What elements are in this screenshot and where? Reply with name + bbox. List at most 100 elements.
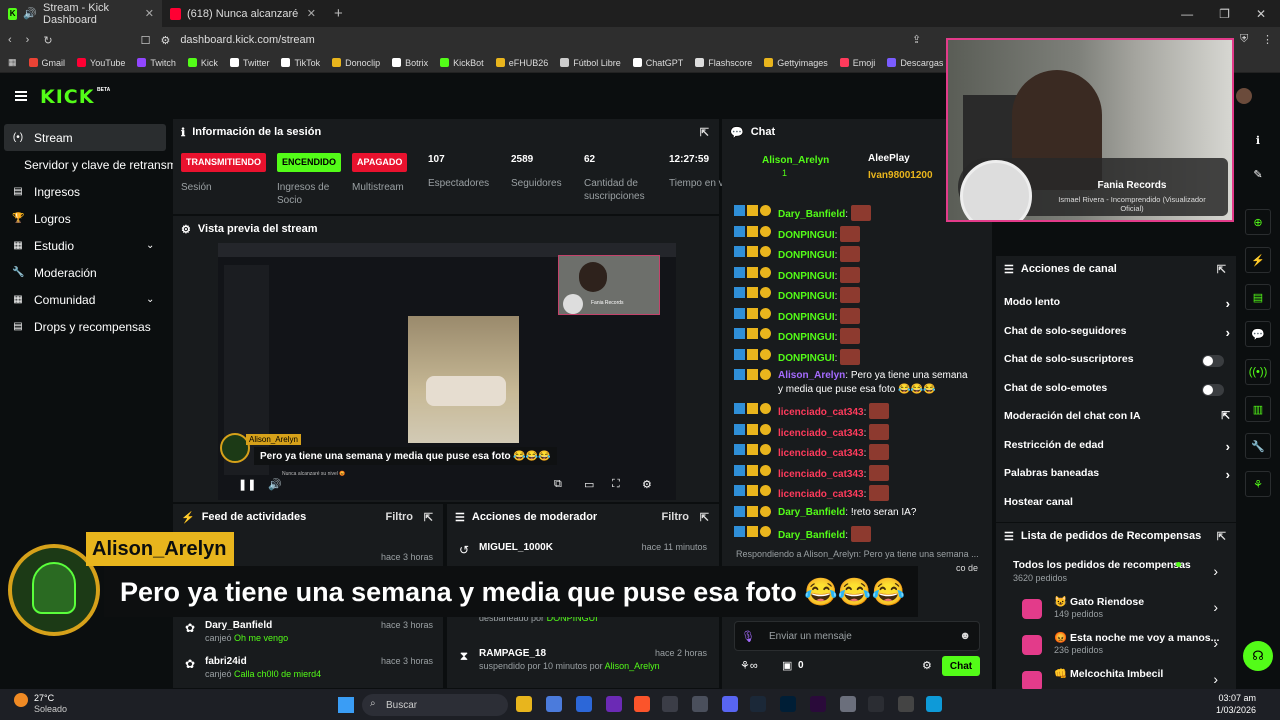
feed-row[interactable]: ✿ Dary_Banfield hace 3 horas canjeó Oh me v… xyxy=(173,618,443,652)
popout-icon[interactable]: ⇱ xyxy=(424,511,433,524)
windows-start-icon[interactable] xyxy=(338,697,354,713)
chat-username[interactable]: Dary_Banfield xyxy=(778,209,845,220)
tab-kick-dashboard[interactable]: K 🔊 Stream - Kick Dashboard ✕ xyxy=(0,0,162,27)
mic-icon[interactable]: 🎙 xyxy=(741,630,755,643)
bookmark-item[interactable]: Twitter xyxy=(229,58,269,68)
user-avatar[interactable] xyxy=(1236,88,1252,104)
popout-icon[interactable]: ⇱ xyxy=(700,126,709,139)
chat-username[interactable]: DONPINGUI xyxy=(778,291,835,302)
toggle-switch[interactable] xyxy=(1202,355,1224,367)
chat-message[interactable]: DONPINGUI: xyxy=(734,328,974,345)
explorer-icon[interactable] xyxy=(516,696,532,712)
premiere-icon[interactable] xyxy=(810,696,826,712)
app-icon[interactable] xyxy=(868,696,884,712)
chat-message[interactable]: licenciado_cat343: xyxy=(734,464,974,482)
hamburger-menu-icon[interactable] xyxy=(15,91,27,101)
bookmark-item[interactable]: Twitch xyxy=(137,58,176,68)
chat-message[interactable]: DONPINGUI: xyxy=(734,225,974,243)
app-icon[interactable] xyxy=(546,696,562,712)
channel-action-row[interactable]: Moderación del chat con IA ⇱ xyxy=(1004,410,1230,430)
obs-icon[interactable] xyxy=(662,696,678,712)
channel-action-row[interactable]: Hostear canal xyxy=(1004,496,1230,516)
stream-preview-video[interactable]: Fania Records Alison_Arelyn Pero ya tien… xyxy=(218,243,676,500)
feed-row[interactable]: ✿ fabri24id hace 3 horas canjeó Calla ch0l0… xyxy=(173,654,443,688)
shield-icon[interactable]: ⛨ xyxy=(1240,33,1248,46)
volume-icon[interactable]: 🔊 xyxy=(268,478,282,491)
pause-icon[interactable]: ❚❚ xyxy=(238,478,256,491)
url-field[interactable]: ☐ ⚙ dashboard.kick.com/stream xyxy=(141,34,315,47)
document-icon[interactable]: ▤ xyxy=(1245,284,1271,310)
channel-action-row[interactable]: Chat de solo-suscriptores xyxy=(1004,353,1230,373)
fullscreen-icon[interactable]: ⛶ xyxy=(612,478,620,491)
bookmark-item[interactable]: Donoclip xyxy=(332,58,380,68)
bookmark-item[interactable]: eFHUB26 xyxy=(495,58,548,68)
popout-icon[interactable]: ⇱ xyxy=(1217,530,1226,543)
reward-row[interactable]: Todos los pedidos de recompensas 3620 ped… xyxy=(996,557,1236,591)
chat-bubble-icon[interactable]: 💬 xyxy=(1245,321,1271,347)
pip-icon[interactable]: ⧉ xyxy=(554,478,562,491)
sidebar-item-1[interactable]: Servidor y clave de retransmisión xyxy=(0,151,201,178)
settings-icon[interactable] xyxy=(840,696,856,712)
chat-username[interactable]: DONPINGUI xyxy=(778,353,835,364)
channel-action-row[interactable]: Chat de solo-emotes xyxy=(1004,382,1230,402)
menu-icon[interactable]: ⋮ xyxy=(1262,33,1273,46)
infinity-icon[interactable]: ⚘∞ xyxy=(740,659,758,672)
chat-username[interactable]: DONPINGUI xyxy=(778,312,835,323)
chat-username[interactable]: Dary_Banfield xyxy=(778,530,845,541)
activity-filter-button[interactable]: Filtro xyxy=(386,511,414,523)
maximize-icon[interactable]: ❐ xyxy=(1219,7,1230,21)
chat-username[interactable]: DONPINGUI xyxy=(778,332,835,343)
bookmark-item[interactable]: Emoji xyxy=(839,58,875,68)
bookmark-item[interactable]: Kick xyxy=(187,58,218,68)
bookmark-item[interactable]: Fútbol Libre xyxy=(560,58,621,68)
bookmark-item[interactable]: KickBot xyxy=(440,58,484,68)
chat-username[interactable]: DONPINGUI xyxy=(778,250,835,261)
mod-target-user[interactable]: MIGUEL_1000K xyxy=(479,542,553,553)
broadcast-icon[interactable]: ((•)) xyxy=(1245,359,1271,385)
theater-icon[interactable]: ▭ xyxy=(584,478,594,491)
channel-action-row[interactable]: Chat de solo-seguidores › xyxy=(1004,325,1230,345)
close-window-icon[interactable]: ✕ xyxy=(1256,7,1266,21)
close-tab-icon[interactable]: ✕ xyxy=(145,7,154,20)
forward-icon[interactable]: › xyxy=(26,34,30,46)
sidebar-item-4[interactable]: ▦ Estudio ⌄ xyxy=(0,232,170,259)
taskbar-search[interactable]: ⌕ Buscar xyxy=(362,694,508,716)
chat-username[interactable]: DONPINGUI xyxy=(778,271,835,282)
chat-message[interactable]: DONPINGUI: xyxy=(734,307,974,325)
target-icon[interactable]: ⊕ xyxy=(1245,209,1271,235)
chat-message[interactable]: DONPINGUI: xyxy=(734,246,974,263)
reward-row[interactable]: 😡 Esta noche me voy a manos... 236 pedido… xyxy=(996,629,1236,663)
brave-icon[interactable] xyxy=(634,696,650,712)
weather-icon[interactable] xyxy=(14,693,28,707)
support-icon[interactable]: ☊ xyxy=(1243,641,1273,671)
close-tab-icon[interactable]: ✕ xyxy=(307,7,316,20)
chat-username[interactable]: Alison_Arelyn xyxy=(778,370,845,381)
chat-message[interactable]: Dary_Banfield: !reto seran IA? xyxy=(734,505,974,520)
bookmark-item[interactable]: Gettyimages xyxy=(764,58,828,68)
mod-action-row[interactable]: ⧗ RAMPAGE_18 hace 2 horas suspendido por 10… xyxy=(447,646,717,680)
sidebar-item-6[interactable]: ▦ Comunidad ⌄ xyxy=(0,286,170,313)
chat-message[interactable]: DONPINGUI: xyxy=(734,266,974,284)
site-info-icon[interactable]: ⚙ xyxy=(160,34,170,47)
chat-message[interactable]: licenciado_cat343: xyxy=(734,403,974,420)
chat-message[interactable]: DONPINGUI: xyxy=(734,348,974,366)
chat-username[interactable]: licenciado_cat343 xyxy=(778,448,864,459)
sidebar-item-3[interactable]: 🏆 Logros xyxy=(0,205,170,232)
chat-username[interactable]: licenciado_cat343 xyxy=(778,407,864,418)
chat-message[interactable]: DONPINGUI: xyxy=(734,287,974,304)
reward-row[interactable]: 😺 Gato Riendose 149 pedidos › xyxy=(996,593,1236,627)
photoshop-icon[interactable] xyxy=(780,696,796,712)
edit-icon[interactable]: ✎ xyxy=(1245,161,1271,187)
app-icon[interactable] xyxy=(576,696,592,712)
bookmark-item[interactable]: YouTube xyxy=(77,58,125,68)
back-icon[interactable]: ‹ xyxy=(8,34,12,46)
chat-send-button[interactable]: Chat xyxy=(942,656,980,676)
edge-icon[interactable] xyxy=(926,696,942,712)
chat-username[interactable]: licenciado_cat343 xyxy=(778,469,864,480)
media-icon[interactable] xyxy=(898,696,914,712)
sidebar-item-2[interactable]: ▤ Ingresos xyxy=(0,178,170,205)
feed-username[interactable]: Dary_Banfield xyxy=(205,620,272,631)
nodes-icon[interactable]: ⚘ xyxy=(1245,471,1271,497)
chat-message[interactable]: Alison_Arelyn: Pero ya tiene una semana … xyxy=(734,369,974,397)
share-icon[interactable]: ⇪ xyxy=(912,33,921,46)
